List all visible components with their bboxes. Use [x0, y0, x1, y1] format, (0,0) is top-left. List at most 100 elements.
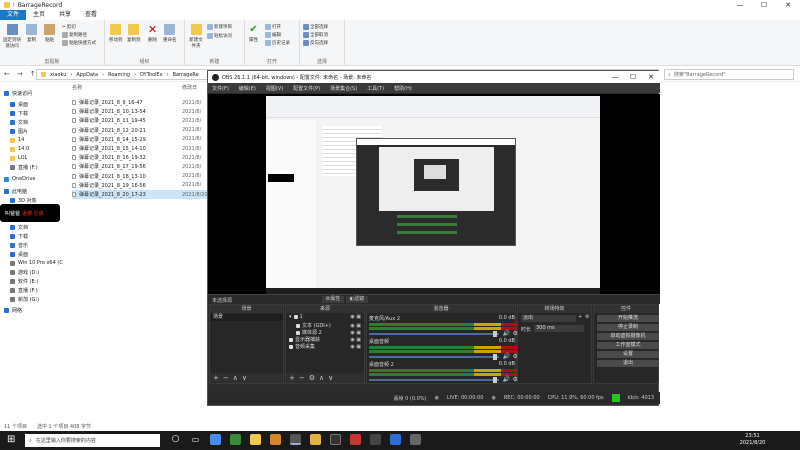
- nav-item[interactable]: 14: [10, 137, 24, 143]
- scene-item[interactable]: 场景: [211, 314, 283, 321]
- nav-item[interactable]: 桌面: [10, 101, 28, 108]
- taskbar-clock[interactable]: 23:51 2021/8/20: [730, 433, 775, 447]
- cut-button[interactable]: ✂ 剪切: [62, 24, 76, 31]
- menu-file[interactable]: 文件(F): [212, 85, 229, 92]
- obs-taskbar-icon[interactable]: [290, 434, 301, 445]
- speaker-icon[interactable]: 🔊: [503, 330, 510, 337]
- file-row[interactable]: 弹幕记录_2021_8_16_19-32 2021/8/: [72, 153, 210, 162]
- delete-button[interactable]: ✕ 删除: [147, 24, 158, 43]
- move-up-icon[interactable]: ∧: [319, 374, 324, 382]
- control-button[interactable]: 退出: [597, 360, 659, 367]
- control-button[interactable]: 开始推流: [597, 315, 659, 322]
- file-row[interactable]: 弹幕记录_2021_8_19_16-56 2021/8/: [72, 181, 210, 190]
- remove-icon[interactable]: −: [223, 374, 229, 382]
- rename-button[interactable]: 重命名: [163, 24, 177, 43]
- cortana-icon[interactable]: ○: [170, 434, 181, 445]
- fader-knob[interactable]: [493, 331, 497, 337]
- volume-fader[interactable]: 🔊 ⚙: [369, 376, 519, 383]
- transition-select[interactable]: 淡出: [521, 315, 576, 322]
- menu-edit[interactable]: 编辑(E): [239, 85, 256, 92]
- nav-item[interactable]: 14.0: [10, 146, 29, 152]
- add-icon[interactable]: +: [578, 314, 582, 320]
- filters-button[interactable]: ◐滤镜: [346, 296, 368, 303]
- invert-selection-button[interactable]: 反向选择: [303, 40, 328, 46]
- new-item-button[interactable]: 新建项目: [207, 24, 232, 30]
- nav-item[interactable]: 网络: [4, 307, 22, 314]
- nav-item[interactable]: 直播 (F:): [10, 164, 38, 171]
- properties-button[interactable]: ✔ 属性: [248, 24, 259, 43]
- breadcrumb-item[interactable]: Roaming: [108, 72, 130, 78]
- obs-preview[interactable]: [208, 94, 660, 294]
- file-row[interactable]: 弹幕记录_2021_8_14_15-29 2021/8/: [72, 135, 210, 144]
- menu-scene-collection[interactable]: 场景集合(S): [330, 85, 357, 92]
- eye-icon[interactable]: ◉ ▣: [350, 344, 361, 350]
- edit-button[interactable]: 编辑: [265, 32, 281, 38]
- nav-item[interactable]: 软件 (E:): [10, 278, 38, 285]
- remove-icon[interactable]: −: [299, 374, 305, 382]
- source-row[interactable]: 显示器捕获 ◉ ▣: [289, 336, 361, 343]
- nav-item[interactable]: 图片: [10, 128, 28, 135]
- control-button[interactable]: 工作室模式: [597, 342, 659, 349]
- copy-path-button[interactable]: 复制路径: [62, 32, 87, 38]
- obs-minimize-button[interactable]: —: [606, 71, 624, 83]
- app-icon[interactable]: [370, 434, 381, 445]
- open-button[interactable]: 打开: [265, 24, 281, 30]
- fader-knob[interactable]: [493, 354, 497, 360]
- copy-button[interactable]: 复制: [26, 24, 37, 43]
- menu-view[interactable]: 视图(V): [266, 85, 283, 92]
- control-button[interactable]: 启动虚拟摄像机: [597, 333, 659, 340]
- speaker-icon[interactable]: 🔊: [503, 353, 510, 360]
- nav-item[interactable]: OneDrive: [4, 176, 36, 182]
- source-row[interactable]: 音频采集 ◉ ▣: [289, 343, 361, 350]
- volume-fader[interactable]: 🔊 ⚙: [369, 330, 519, 337]
- nav-item[interactable]: 新加 (G:): [10, 296, 39, 303]
- breadcrumb-item[interactable]: AppData: [76, 72, 98, 78]
- eye-icon[interactable]: ◉ ▣: [350, 330, 361, 336]
- history-button[interactable]: 历史记录: [265, 40, 290, 46]
- xbox-icon[interactable]: [230, 434, 241, 445]
- new-folder-button[interactable]: 新建文件夹: [189, 24, 203, 49]
- fader-knob[interactable]: [493, 377, 497, 383]
- source-row[interactable]: 媒体源 2 ◉ ▣: [296, 329, 361, 336]
- obs-maximize-button[interactable]: ☐: [624, 71, 642, 83]
- file-row[interactable]: 弹幕记录_2021_8_12_20-21 2021/8/: [72, 126, 210, 135]
- file-row[interactable]: 弹幕记录_2021_8_18_13-10 2021/8/: [72, 172, 210, 181]
- file-row[interactable]: 弹幕记录_2021_8_17_19-56 2021/8/: [72, 162, 210, 171]
- nav-item[interactable]: 快速访问: [4, 90, 32, 97]
- column-date[interactable]: 修改日: [182, 84, 197, 94]
- nav-item[interactable]: 下载: [10, 110, 28, 117]
- file-row[interactable]: 弹幕记录_2021_8_15_14-10 2021/8/: [72, 144, 210, 153]
- nav-item[interactable]: Win 10 Pro x64 (C: [10, 260, 63, 266]
- menu-help[interactable]: 帮助(H): [394, 85, 412, 92]
- menu-tools[interactable]: 工具(T): [367, 85, 384, 92]
- nav-item[interactable]: 桌面: [10, 251, 28, 258]
- move-to-button[interactable]: 移动到: [109, 24, 123, 43]
- search-box[interactable]: ⌕ 搜索"BarrageRecord": [664, 69, 794, 80]
- tab-share[interactable]: 共享: [52, 10, 78, 20]
- paste-shortcut-button[interactable]: 粘贴快捷方式: [62, 40, 96, 46]
- file-row[interactable]: 弹幕记录_2021_8_10_13-54 2021/8/: [72, 107, 210, 116]
- pin-quick-access-button[interactable]: 固定到快速访问: [3, 24, 21, 49]
- tab-file[interactable]: 文件: [0, 10, 27, 20]
- up-arrow-icon[interactable]: ↑: [30, 70, 36, 78]
- nav-item[interactable]: 直播 (F:): [10, 287, 38, 294]
- minimize-button[interactable]: —: [728, 0, 752, 10]
- app-blue-icon[interactable]: [390, 434, 401, 445]
- file-row[interactable]: 弹幕记录_2021_8_11_19-45 2021/8/: [72, 116, 210, 125]
- copy-to-button[interactable]: 复制到: [127, 24, 141, 43]
- app-icon[interactable]: [330, 434, 341, 445]
- store-icon[interactable]: [270, 434, 281, 445]
- gear-icon[interactable]: ⚙: [585, 314, 589, 320]
- nav-item[interactable]: 文档: [10, 224, 28, 231]
- source-row[interactable]: 文本 (GDI+) ◉ ▣: [296, 322, 361, 329]
- eye-icon[interactable]: ◉ ▣: [350, 323, 361, 329]
- breadcrumb-item[interactable]: xiaoku: [50, 72, 66, 78]
- obs-close-button[interactable]: ✕: [642, 71, 660, 83]
- control-button[interactable]: 停止录制: [597, 324, 659, 331]
- nav-item[interactable]: 3D 对象: [10, 197, 37, 204]
- paste-button[interactable]: 粘贴: [44, 24, 55, 43]
- add-icon[interactable]: +: [289, 374, 295, 382]
- close-button[interactable]: ✕: [776, 0, 800, 10]
- forward-arrow-icon[interactable]: →: [17, 70, 23, 78]
- windows-start-icon[interactable]: ⊞: [7, 434, 15, 445]
